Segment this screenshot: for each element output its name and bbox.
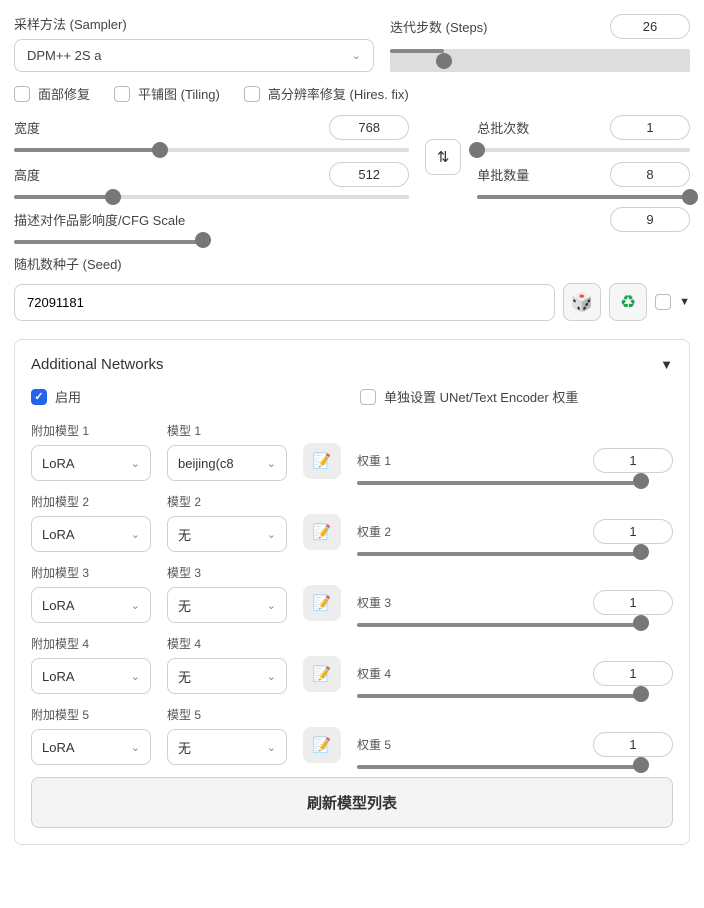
weight-value-3[interactable]: 1 <box>593 590 673 615</box>
height-value[interactable]: 512 <box>329 162 409 187</box>
edit-button-4[interactable]: 📝 <box>303 656 341 692</box>
weight-value-4[interactable]: 1 <box>593 661 673 686</box>
seed-random-button[interactable]: 🎲 <box>563 283 601 321</box>
edit-icon: 📝 <box>313 665 332 683</box>
batch-size-slider[interactable] <box>477 195 690 199</box>
addnet-row-1: 附加模型 1LoRA⌄模型 1beijing(c8⌄📝权重 11 <box>31 422 673 481</box>
weight-value-2[interactable]: 1 <box>593 519 673 544</box>
addon-type-select-4[interactable]: LoRA⌄ <box>31 658 151 694</box>
seed-reuse-button[interactable]: ♻ <box>609 283 647 321</box>
width-label: 宽度 <box>14 118 40 137</box>
addnet-row-4: 附加模型 4LoRA⌄模型 4无⌄📝权重 41 <box>31 635 673 694</box>
swap-wh-button[interactable]: ⇅ <box>425 139 461 175</box>
sampler-select[interactable]: DPM++ 2S a ⌄ <box>14 39 374 72</box>
steps-label: 迭代步数 (Steps) <box>390 17 488 36</box>
batch-size-label: 单批数量 <box>477 165 529 184</box>
weight-value-5[interactable]: 1 <box>593 732 673 757</box>
height-slider[interactable] <box>14 195 409 199</box>
hires-fix-checkbox[interactable]: 高分辨率修复 (Hires. fix) <box>244 84 409 103</box>
additional-networks-panel: Additional Networks ▼ ✓ 启用 单独设置 UNet/Tex… <box>14 339 690 845</box>
addon-type-select-1[interactable]: LoRA⌄ <box>31 445 151 481</box>
edit-button-5[interactable]: 📝 <box>303 727 341 763</box>
edit-button-3[interactable]: 📝 <box>303 585 341 621</box>
seed-label: 随机数种子 (Seed) <box>14 254 690 273</box>
addon-type-select-3[interactable]: LoRA⌄ <box>31 587 151 623</box>
model-select-5[interactable]: 无⌄ <box>167 729 287 765</box>
seed-expand-icon[interactable]: ▼ <box>679 296 690 308</box>
weight-value-1[interactable]: 1 <box>593 448 673 473</box>
sampler-label: 采样方法 (Sampler) <box>14 14 374 33</box>
addnet-row-5: 附加模型 5LoRA⌄模型 5无⌄📝权重 51 <box>31 706 673 765</box>
batch-size-value[interactable]: 8 <box>610 162 690 187</box>
seed-input[interactable] <box>14 284 555 321</box>
panel-title: Additional Networks <box>31 356 164 373</box>
width-slider[interactable] <box>14 148 409 152</box>
edit-icon: 📝 <box>313 523 332 541</box>
batch-count-label: 总批次数 <box>477 118 529 137</box>
addnet-row-2: 附加模型 2LoRA⌄模型 2无⌄📝权重 21 <box>31 493 673 552</box>
steps-value[interactable]: 26 <box>610 14 690 39</box>
edit-icon: 📝 <box>313 736 332 754</box>
addon-type-select-5[interactable]: LoRA⌄ <box>31 729 151 765</box>
edit-button-2[interactable]: 📝 <box>303 514 341 550</box>
model-select-2[interactable]: 无⌄ <box>167 516 287 552</box>
sampler-value: DPM++ 2S a <box>27 48 101 63</box>
height-label: 高度 <box>14 165 40 184</box>
edit-button-1[interactable]: 📝 <box>303 443 341 479</box>
enable-checkbox[interactable]: ✓ 启用 <box>31 387 344 406</box>
model-select-3[interactable]: 无⌄ <box>167 587 287 623</box>
addnet-row-3: 附加模型 3LoRA⌄模型 3无⌄📝权重 31 <box>31 564 673 623</box>
seed-extra-checkbox[interactable] <box>655 294 671 310</box>
edit-icon: 📝 <box>313 594 332 612</box>
model-select-1[interactable]: beijing(c8⌄ <box>167 445 287 481</box>
dice-icon: 🎲 <box>571 292 593 313</box>
face-restore-checkbox[interactable]: 面部修复 <box>14 84 90 103</box>
width-value[interactable]: 768 <box>329 115 409 140</box>
sep-weight-checkbox[interactable]: 单独设置 UNet/Text Encoder 权重 <box>360 387 673 406</box>
model-select-4[interactable]: 无⌄ <box>167 658 287 694</box>
cfg-value[interactable]: 9 <box>610 207 690 232</box>
batch-count-slider[interactable] <box>477 148 690 152</box>
addon-type-select-2[interactable]: LoRA⌄ <box>31 516 151 552</box>
panel-collapse-icon[interactable]: ▼ <box>660 357 673 372</box>
recycle-icon: ♻ <box>620 292 636 313</box>
swap-icon: ⇅ <box>437 148 450 166</box>
check-icon: ✓ <box>31 389 47 405</box>
edit-icon: 📝 <box>313 452 332 470</box>
batch-count-value[interactable]: 1 <box>610 115 690 140</box>
chevron-down-icon: ⌄ <box>352 49 361 62</box>
refresh-models-button[interactable]: 刷新模型列表 <box>31 777 673 828</box>
steps-slider[interactable] <box>390 49 690 72</box>
tiling-checkbox[interactable]: 平铺图 (Tiling) <box>114 84 220 103</box>
cfg-label: 描述对作品影响度/CFG Scale <box>14 210 185 229</box>
